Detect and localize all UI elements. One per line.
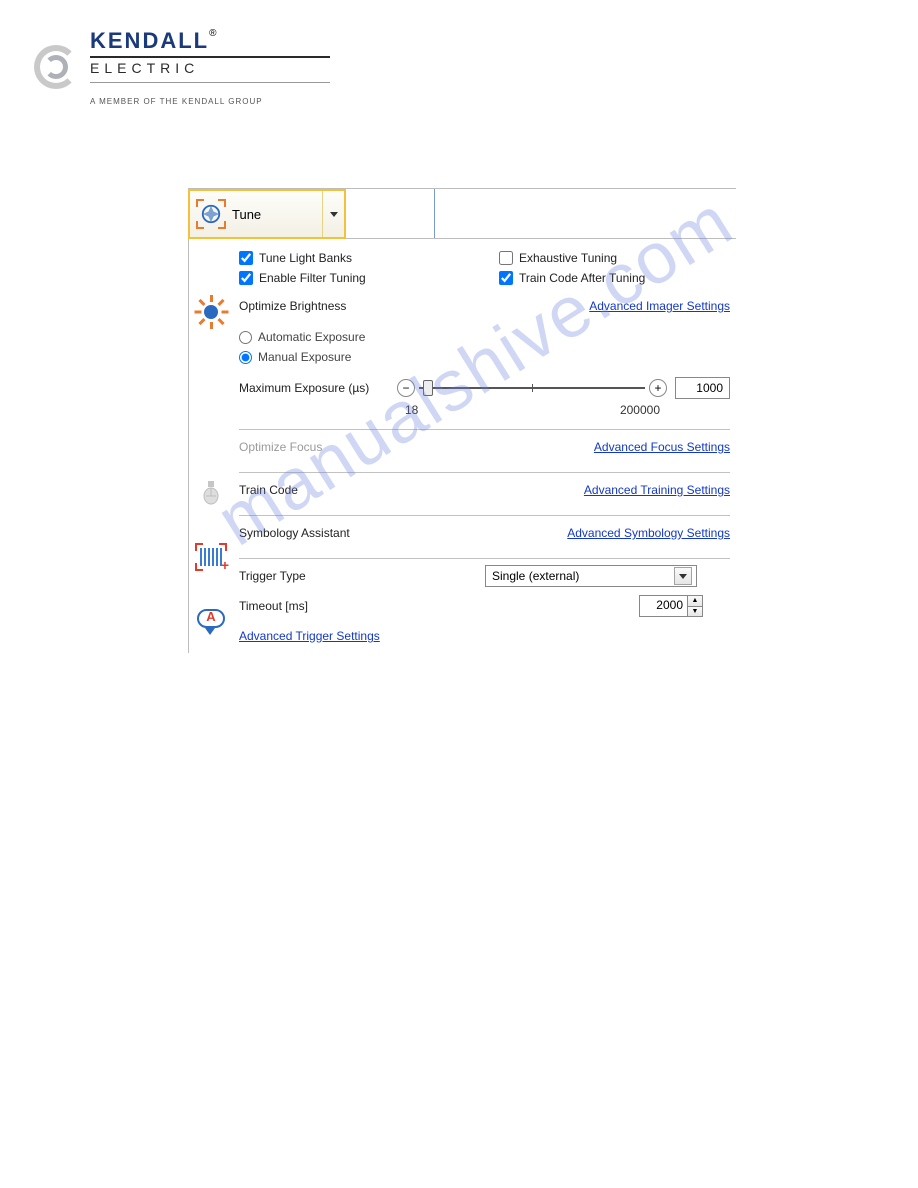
aperture-icon [198, 201, 224, 227]
timeout-up-button[interactable]: ▲ [687, 596, 702, 607]
exposure-slider[interactable] [419, 387, 645, 389]
logo-text: KENDALL® ELECTRIC A MEMBER OF THE KENDAL… [90, 28, 330, 106]
exposure-max-label: 200000 [620, 403, 660, 417]
manual-exposure-radio[interactable]: Manual Exposure [239, 347, 730, 367]
train-code-icon: + [197, 545, 225, 569]
logo-member: A MEMBER OF THE KENDALL GROUP [90, 97, 330, 106]
exposure-decrement-button[interactable]: − [397, 379, 415, 397]
symbology-assistant-icon: A [197, 609, 225, 633]
logo-sub: ELECTRIC [90, 56, 330, 76]
tune-panel: Tune [188, 188, 736, 653]
train-code-title: Train Code [239, 483, 298, 497]
panel-body: + A Tune Light Banks Exhaustive Tuning E… [188, 239, 736, 653]
timeout-spinner[interactable]: 2000 ▲ ▼ [639, 595, 703, 617]
advanced-imager-settings-link[interactable]: Advanced Imager Settings [589, 299, 730, 313]
select-chevron-down-icon [674, 567, 692, 585]
automatic-exposure-radio[interactable]: Automatic Exposure [239, 327, 730, 347]
tune-dropdown-button[interactable] [322, 191, 344, 237]
optimize-brightness-title: Optimize Brightness [239, 299, 346, 313]
tune-button[interactable]: Tune [188, 189, 346, 239]
symbology-assistant-title: Symbology Assistant [239, 526, 350, 540]
exposure-min-label: 18 [405, 403, 418, 417]
logo-name: KENDALL [90, 28, 209, 53]
exposure-value-input[interactable] [675, 377, 730, 399]
exposure-increment-button[interactable]: + [649, 379, 667, 397]
timeout-label: Timeout [ms] [239, 599, 475, 613]
logo-reg: ® [209, 28, 216, 39]
advanced-symbology-settings-link[interactable]: Advanced Symbology Settings [567, 526, 730, 540]
trigger-type-label: Trigger Type [239, 569, 475, 583]
trigger-type-value: Single (external) [492, 569, 579, 583]
chevron-down-icon [330, 212, 338, 217]
toolbar: Tune [188, 189, 736, 239]
enable-filter-tuning-checkbox[interactable]: Enable Filter Tuning [239, 271, 439, 285]
optimize-focus-title: Optimize Focus [239, 440, 322, 454]
trigger-type-select[interactable]: Single (external) [485, 565, 697, 587]
logo-divider [90, 82, 330, 83]
logo-swirl-icon [32, 43, 80, 91]
max-exposure-label: Maximum Exposure (µs) [239, 381, 389, 395]
logo-area: KENDALL® ELECTRIC A MEMBER OF THE KENDAL… [32, 28, 330, 106]
timeout-value: 2000 [640, 596, 687, 616]
content: Tune Light Banks Exhaustive Tuning Enabl… [233, 239, 736, 653]
tune-label: Tune [232, 207, 261, 222]
slider-thumb[interactable] [423, 380, 433, 396]
timeout-down-button[interactable]: ▼ [687, 607, 702, 617]
advanced-training-settings-link[interactable]: Advanced Training Settings [584, 483, 730, 497]
train-code-after-tuning-checkbox[interactable]: Train Code After Tuning [499, 271, 645, 285]
exhaustive-tuning-checkbox[interactable]: Exhaustive Tuning [499, 251, 617, 265]
focus-icon [201, 479, 221, 505]
advanced-trigger-settings-link[interactable]: Advanced Trigger Settings [239, 629, 380, 643]
tune-light-banks-checkbox[interactable]: Tune Light Banks [239, 251, 439, 265]
brightness-icon [198, 299, 224, 325]
side-icons: + A [189, 239, 233, 653]
toolbar-separator [434, 189, 435, 238]
advanced-focus-settings-link[interactable]: Advanced Focus Settings [594, 440, 730, 454]
